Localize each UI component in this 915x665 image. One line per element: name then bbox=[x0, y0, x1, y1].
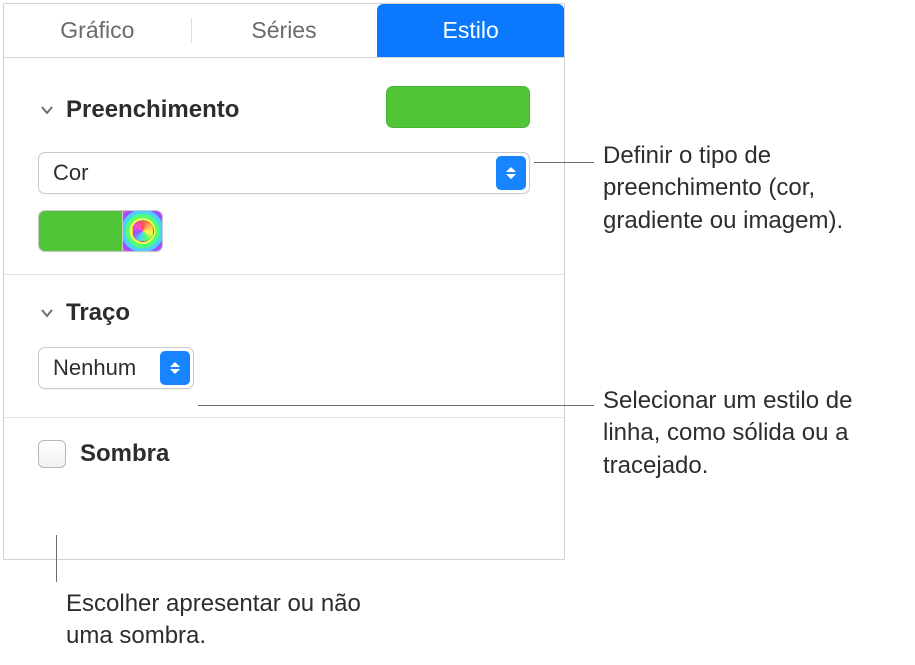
stroke-style-value: Nenhum bbox=[53, 355, 136, 381]
stroke-style-popup[interactable]: Nenhum bbox=[38, 347, 194, 389]
stroke-section-title: Traço bbox=[66, 299, 130, 327]
callout-shadow-toggle-text: Escolher apresentar ou não uma sombra. bbox=[66, 590, 361, 649]
callout-stroke-style: Selecionar um estilo de linha, como sóli… bbox=[603, 385, 903, 482]
shadow-label: Sombra bbox=[80, 440, 169, 468]
chevron-down-icon bbox=[38, 101, 56, 119]
fill-type-popup[interactable]: Cor bbox=[38, 152, 530, 194]
chevron-down-icon bbox=[38, 304, 56, 322]
callout-fill-type-text: Definir o tipo de preenchimento (cor, gr… bbox=[603, 142, 843, 234]
stroke-section: Traço Nenhum bbox=[4, 275, 564, 418]
popup-indicator-icon bbox=[496, 156, 526, 190]
callout-shadow-toggle: Escolher apresentar ou não uma sombra. bbox=[66, 588, 366, 653]
callout-line bbox=[198, 405, 594, 406]
fill-type-value: Cor bbox=[53, 160, 88, 186]
style-inspector-panel: Gráfico Séries Estilo Preenchimento Cor bbox=[3, 3, 565, 560]
tab-style-label: Estilo bbox=[443, 17, 499, 44]
fill-section: Preenchimento Cor bbox=[4, 58, 564, 275]
stroke-section-header[interactable]: Traço bbox=[38, 283, 530, 343]
tab-chart[interactable]: Gráfico bbox=[4, 4, 191, 57]
callout-stroke-style-text: Selecionar um estilo de linha, como sóli… bbox=[603, 387, 852, 479]
fill-color-swatch[interactable] bbox=[39, 211, 122, 251]
fill-color-row bbox=[38, 210, 530, 252]
inspector-tabs: Gráfico Séries Estilo bbox=[4, 4, 564, 58]
shadow-section: Sombra bbox=[4, 418, 564, 468]
callout-line bbox=[56, 535, 57, 582]
tab-series-label: Séries bbox=[251, 17, 316, 44]
color-picker-button[interactable] bbox=[122, 211, 162, 251]
fill-color-well[interactable] bbox=[38, 210, 163, 252]
color-wheel-icon bbox=[132, 220, 154, 242]
tab-style[interactable]: Estilo bbox=[377, 4, 564, 57]
fill-section-title: Preenchimento bbox=[66, 96, 239, 124]
callout-fill-type: Definir o tipo de preenchimento (cor, gr… bbox=[603, 140, 903, 237]
tab-chart-label: Gráfico bbox=[60, 17, 134, 44]
tab-series[interactable]: Séries bbox=[191, 4, 378, 57]
callout-line bbox=[534, 162, 594, 163]
shadow-checkbox[interactable] bbox=[38, 440, 66, 468]
fill-preview-swatch[interactable] bbox=[386, 86, 530, 128]
popup-indicator-icon bbox=[160, 351, 190, 385]
